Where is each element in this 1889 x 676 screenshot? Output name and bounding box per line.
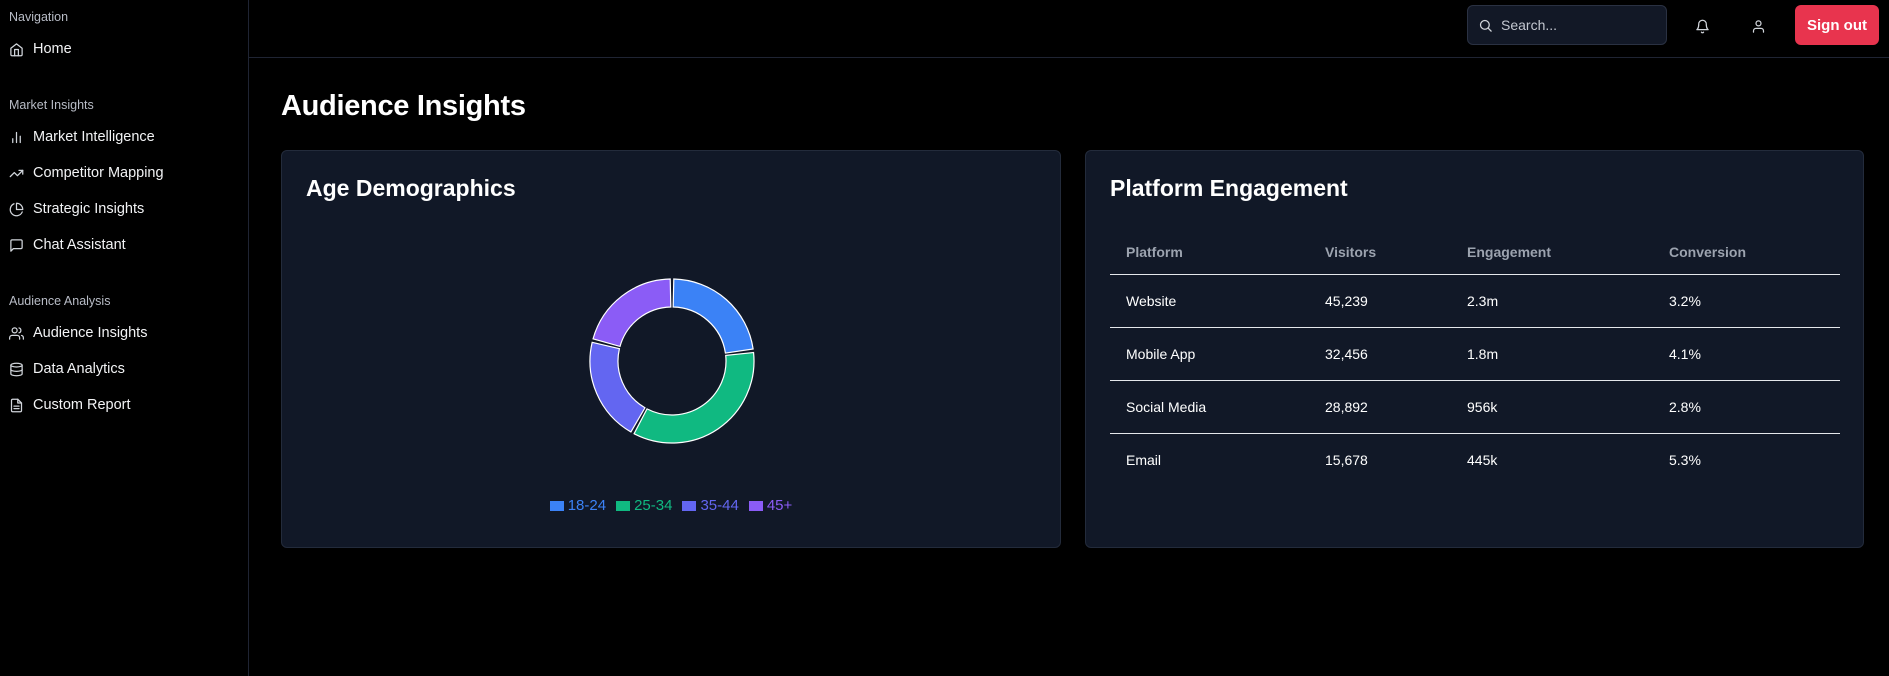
legend-item: 45+ (748, 497, 793, 514)
table-row: Social Media 28,892 956k 2.8% (1110, 380, 1840, 434)
sidebar-item-label: Chat Assistant (33, 237, 126, 253)
sidebar-item-label: Home (33, 41, 72, 57)
legend-swatch (549, 500, 564, 511)
cell-visitors: 15,678 (1325, 451, 1368, 468)
donut-slice-25-34 (633, 351, 755, 444)
bell-icon[interactable] (1691, 15, 1713, 37)
search-box[interactable] (1467, 5, 1667, 45)
cell-platform: Mobile App (1110, 327, 1309, 381)
sidebar-item-market-intelligence[interactable]: Market Intelligence (9, 125, 155, 149)
nav-group-title-audience-analysis: Audience Analysis (9, 294, 111, 308)
cell-engagement: 956k (1451, 380, 1653, 434)
cell-visitors: 28,892 (1309, 380, 1451, 434)
table-row: Website 45,239 2.3m 3.2% (1110, 274, 1840, 328)
legend-item: 35-44 (682, 497, 739, 514)
nav-group-title-market-insights: Market Insights (9, 98, 94, 112)
chart-legend: 18-24 25-34 35-44 45+ (282, 497, 1060, 514)
age-demographics-card: Age Demographics 18-24 25-34 35-44 45+ (281, 150, 1061, 548)
message-square-icon (9, 238, 24, 253)
sidebar: Navigation Home Market Insights Market I… (0, 0, 249, 676)
file-text-icon (9, 398, 24, 413)
sidebar-item-label: Market Intelligence (33, 129, 155, 145)
platform-engagement-card: Platform Engagement Platform Visitors En… (1085, 150, 1864, 548)
sidebar-item-data-analytics[interactable]: Data Analytics (9, 357, 125, 381)
sidebar-item-label: Custom Report (33, 397, 131, 413)
sidebar-item-strategic-insights[interactable]: Strategic Insights (9, 197, 144, 221)
cell-conversion: 2.8% (1653, 380, 1840, 434)
table-header-row: Platform Visitors Engagement Conversion (1110, 231, 1840, 275)
column-header-conversion: Conversion (1653, 231, 1840, 275)
cell-engagement: 1.8m (1451, 327, 1653, 381)
sidebar-item-competitor-mapping[interactable]: Competitor Mapping (9, 161, 164, 185)
nav-group-title-navigation: Navigation (9, 10, 69, 24)
cell-visitors: 32,456 (1309, 327, 1451, 381)
search-input[interactable] (1499, 16, 1649, 34)
cell-conversion: 5.3% (1669, 451, 1701, 468)
legend-label: 35-44 (700, 497, 739, 514)
cell-engagement: 2.3m (1451, 274, 1653, 328)
sidebar-item-custom-report[interactable]: Custom Report (9, 393, 131, 417)
cell-platform: Email (1126, 451, 1162, 468)
search-icon (1478, 18, 1493, 33)
sidebar-item-label: Competitor Mapping (33, 165, 164, 181)
column-header-visitors: Visitors (1309, 231, 1451, 275)
legend-label: 45+ (766, 497, 793, 514)
users-icon (9, 326, 24, 341)
legend-label: 25-34 (634, 497, 673, 514)
legend-item: 18-24 (549, 497, 607, 514)
cell-visitors: 45,239 (1309, 274, 1451, 328)
column-header-engagement: Engagement (1451, 231, 1653, 275)
donut-slice-18-24 (672, 278, 754, 354)
donut-slice-45- (592, 278, 672, 348)
page-title: Audience Insights (281, 90, 526, 122)
cell-platform: Social Media (1110, 380, 1309, 434)
trending-up-icon (9, 166, 24, 181)
cell-conversion: 3.2% (1653, 274, 1840, 328)
legend-label: 18-24 (567, 497, 607, 514)
sidebar-item-label: Audience Insights (33, 325, 148, 341)
topbar: Sign out (249, 0, 1889, 58)
donut-slice-35-44 (589, 341, 646, 433)
donut-chart (282, 151, 1060, 547)
card-title: Platform Engagement (1110, 175, 1348, 201)
cell-conversion: 4.1% (1653, 327, 1840, 381)
sidebar-item-home[interactable]: Home (9, 37, 72, 61)
legend-swatch (682, 500, 697, 511)
pie-chart-icon (9, 202, 24, 217)
sidebar-item-chat-assistant[interactable]: Chat Assistant (9, 233, 126, 257)
column-header-platform: Platform (1110, 231, 1309, 275)
user-icon[interactable] (1747, 15, 1769, 37)
table-row: Email 15,678 445k 5.3% (1110, 433, 1840, 486)
donut-chart-svg (589, 278, 755, 444)
table-row: Mobile App 32,456 1.8m 4.1% (1110, 327, 1840, 381)
engagement-table: Platform Visitors Engagement Conversion … (1110, 231, 1840, 486)
cell-platform: Website (1110, 274, 1309, 328)
legend-item: 25-34 (616, 497, 672, 514)
home-icon (9, 42, 24, 57)
legend-swatch (748, 500, 763, 511)
cell-engagement: 445k (1467, 451, 1498, 468)
sidebar-item-label: Strategic Insights (33, 201, 145, 217)
database-icon (9, 362, 24, 377)
sidebar-item-audience-insights[interactable]: Audience Insights (9, 321, 147, 345)
bar-chart-icon (9, 130, 24, 145)
sign-out-button[interactable]: Sign out (1795, 5, 1879, 45)
legend-swatch (616, 500, 631, 511)
sidebar-item-label: Data Analytics (33, 361, 125, 377)
